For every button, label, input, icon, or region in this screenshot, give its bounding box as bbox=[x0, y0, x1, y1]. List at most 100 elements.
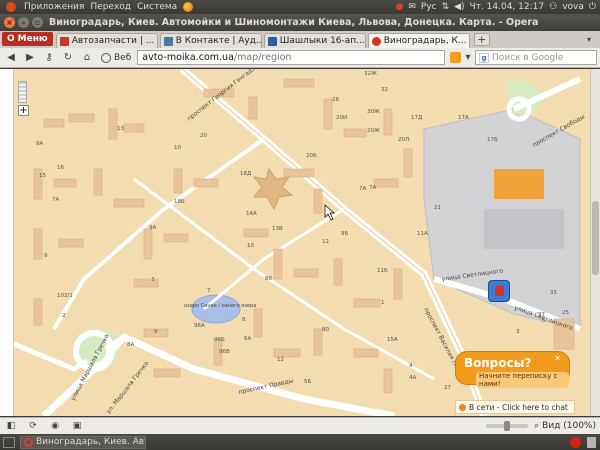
mail-icon[interactable]: ✉ bbox=[408, 2, 416, 12]
opera-tray-icon[interactable]: ● bbox=[395, 2, 403, 12]
building-number: 1 bbox=[381, 300, 385, 306]
dropdown-icon[interactable]: ▾ bbox=[464, 51, 472, 65]
building-number: 8 bbox=[242, 317, 246, 323]
minimize-window-button[interactable]: – bbox=[18, 17, 29, 28]
key-icon[interactable]: ⚷ bbox=[41, 51, 57, 65]
tab-favicon-icon bbox=[163, 36, 173, 46]
magnifier-icon: ⌕ bbox=[534, 421, 540, 431]
building-number: 17А bbox=[458, 115, 469, 121]
opera-tray-icon[interactable] bbox=[570, 436, 581, 448]
building-number: 20И bbox=[336, 115, 347, 121]
building-number: 13В bbox=[272, 226, 283, 232]
zoom-slider[interactable] bbox=[18, 81, 27, 103]
opera-menu-button[interactable]: O Меню bbox=[2, 32, 53, 46]
page-left-margin bbox=[0, 69, 14, 416]
tab-label: Автозапчасти | ... bbox=[71, 36, 155, 46]
building-number: 2 bbox=[62, 313, 66, 319]
car-wash-marker-icon[interactable] bbox=[488, 280, 510, 302]
browser-status-bar: ◧ ⟳ ◉ ▣ ⌕ Вид (100%) bbox=[0, 417, 600, 434]
turbo-icon[interactable]: ◉ bbox=[48, 420, 62, 432]
panel-menu: Приложения Переход Система bbox=[0, 2, 194, 12]
page-zoom-control[interactable]: ⌕ Вид (100%) bbox=[534, 421, 596, 431]
url-path: /map/region bbox=[233, 52, 292, 63]
volume-icon[interactable]: ◀) bbox=[454, 2, 464, 12]
window-buttons: × – ▫ bbox=[0, 17, 49, 28]
vertical-scrollbar[interactable] bbox=[590, 69, 600, 416]
clock[interactable]: Чт. 14.04, 12:17 bbox=[470, 2, 545, 12]
window-title: Виноградарь, Киев. Автомойки и Шиномонта… bbox=[49, 17, 539, 28]
user-icon[interactable]: ⚇ bbox=[549, 2, 557, 12]
chat-subtitle[interactable]: Начните переписку с нами! bbox=[476, 372, 569, 388]
taskbar-item-label: Виноградарь, Киев. Авт... bbox=[36, 437, 146, 447]
online-status-icon bbox=[459, 403, 466, 411]
building-number: 32 bbox=[381, 87, 388, 93]
menu-system[interactable]: Система bbox=[137, 2, 177, 12]
building-number: 15 bbox=[39, 173, 46, 179]
new-tab-button[interactable]: + bbox=[473, 33, 490, 46]
tab-autoparts[interactable]: Автозапчасти | ... bbox=[55, 33, 158, 48]
building-number: 16 bbox=[57, 165, 64, 171]
tab-list-icon[interactable]: ▾ bbox=[582, 33, 596, 46]
building-number: 9А bbox=[149, 225, 156, 231]
show-desktop-icon[interactable] bbox=[3, 436, 15, 448]
tab-shashlyki[interactable]: Шашлыки 16-ап... bbox=[263, 33, 366, 48]
building-number: 14А bbox=[246, 211, 257, 217]
reload-icon[interactable]: ↻ bbox=[60, 51, 76, 65]
building-number: 5Б bbox=[304, 379, 311, 385]
chat-status-label: В сети - Click here to chat bbox=[469, 402, 568, 412]
site-info[interactable]: Веб bbox=[98, 52, 134, 63]
home-icon[interactable]: ⌂ bbox=[79, 51, 95, 65]
scrollbar-thumb[interactable] bbox=[592, 201, 599, 275]
search-input[interactable]: g Поиск в Google bbox=[475, 50, 597, 65]
zoom-level-label: Вид (100%) bbox=[542, 421, 596, 431]
close-window-button[interactable]: × bbox=[4, 17, 15, 28]
bottom-panel: Виноградарь, Киев. Авт... bbox=[0, 434, 600, 450]
forward-icon[interactable]: ▶ bbox=[22, 51, 38, 65]
google-icon[interactable]: g bbox=[479, 52, 489, 63]
building-number: 5 bbox=[542, 318, 546, 324]
sync-icon[interactable]: ⟳ bbox=[26, 420, 40, 432]
back-icon[interactable]: ◀ bbox=[3, 51, 19, 65]
building-number: 11Б bbox=[377, 268, 388, 274]
menu-applications[interactable]: Приложения bbox=[24, 2, 84, 12]
search-placeholder: Поиск в Google bbox=[492, 52, 564, 63]
lake-label: озеро Синее / синего озера bbox=[184, 303, 256, 309]
tab-vinogradar[interactable]: Виноградарь, К... ✕ bbox=[367, 33, 470, 48]
image-toggle-icon[interactable]: ▣ bbox=[70, 420, 84, 432]
power-icon[interactable]: ⏻ bbox=[589, 2, 596, 12]
panel-toggle-icon[interactable]: ◧ bbox=[4, 420, 18, 432]
tab-label: Шашлыки 16-ап... bbox=[279, 36, 365, 46]
address-bar[interactable]: avto-moika.com.ua/map/region bbox=[137, 50, 445, 65]
building-number: 96Б bbox=[214, 337, 225, 343]
url-domain: avto-moika.com.ua bbox=[142, 52, 234, 63]
map-zoom-control[interactable]: + bbox=[18, 81, 29, 116]
building-number: 6А bbox=[244, 336, 251, 342]
maximize-window-button[interactable]: ▫ bbox=[32, 17, 43, 28]
map-viewport[interactable]: проспект Георгия Гонгадзе проспект Свобо… bbox=[0, 69, 600, 416]
building-number: 9 bbox=[154, 329, 158, 335]
building-number: 11А bbox=[417, 231, 428, 237]
building-number: 20Ж bbox=[367, 128, 380, 134]
network-icon[interactable]: ⇅ bbox=[442, 2, 450, 12]
taskbar-window-item[interactable]: Виноградарь, Киев. Авт... bbox=[20, 435, 146, 449]
trash-icon[interactable] bbox=[587, 436, 596, 448]
building-number: 20Л bbox=[398, 137, 409, 143]
globe-icon bbox=[101, 52, 111, 63]
menu-places[interactable]: Переход bbox=[90, 2, 131, 12]
building-number: 17Б bbox=[487, 137, 498, 143]
page-zoom-slider[interactable] bbox=[486, 421, 529, 431]
rss-icon[interactable] bbox=[450, 52, 461, 63]
building-number: 3 bbox=[516, 329, 520, 335]
tab-vkontakte[interactable]: В Контакте | Ауд... bbox=[159, 33, 262, 48]
tab-bar: O Меню Автозапчасти | ... В Контакте | А… bbox=[0, 31, 600, 48]
chat-status-bar[interactable]: В сети - Click here to chat bbox=[455, 400, 575, 414]
keyboard-layout[interactable]: Рус bbox=[421, 2, 437, 12]
user-name[interactable]: vova bbox=[562, 2, 584, 12]
tab-favicon-icon bbox=[371, 36, 381, 46]
zoom-in-button[interactable]: + bbox=[18, 105, 29, 116]
firefox-launcher-icon[interactable] bbox=[183, 2, 194, 12]
building-number: 4А bbox=[409, 375, 416, 381]
chat-close-icon[interactable]: ✕ bbox=[554, 354, 561, 363]
ubuntu-logo-icon[interactable] bbox=[6, 2, 16, 12]
chat-widget[interactable]: Вопросы? ✕ Начните переписку с нами! bbox=[455, 351, 570, 388]
